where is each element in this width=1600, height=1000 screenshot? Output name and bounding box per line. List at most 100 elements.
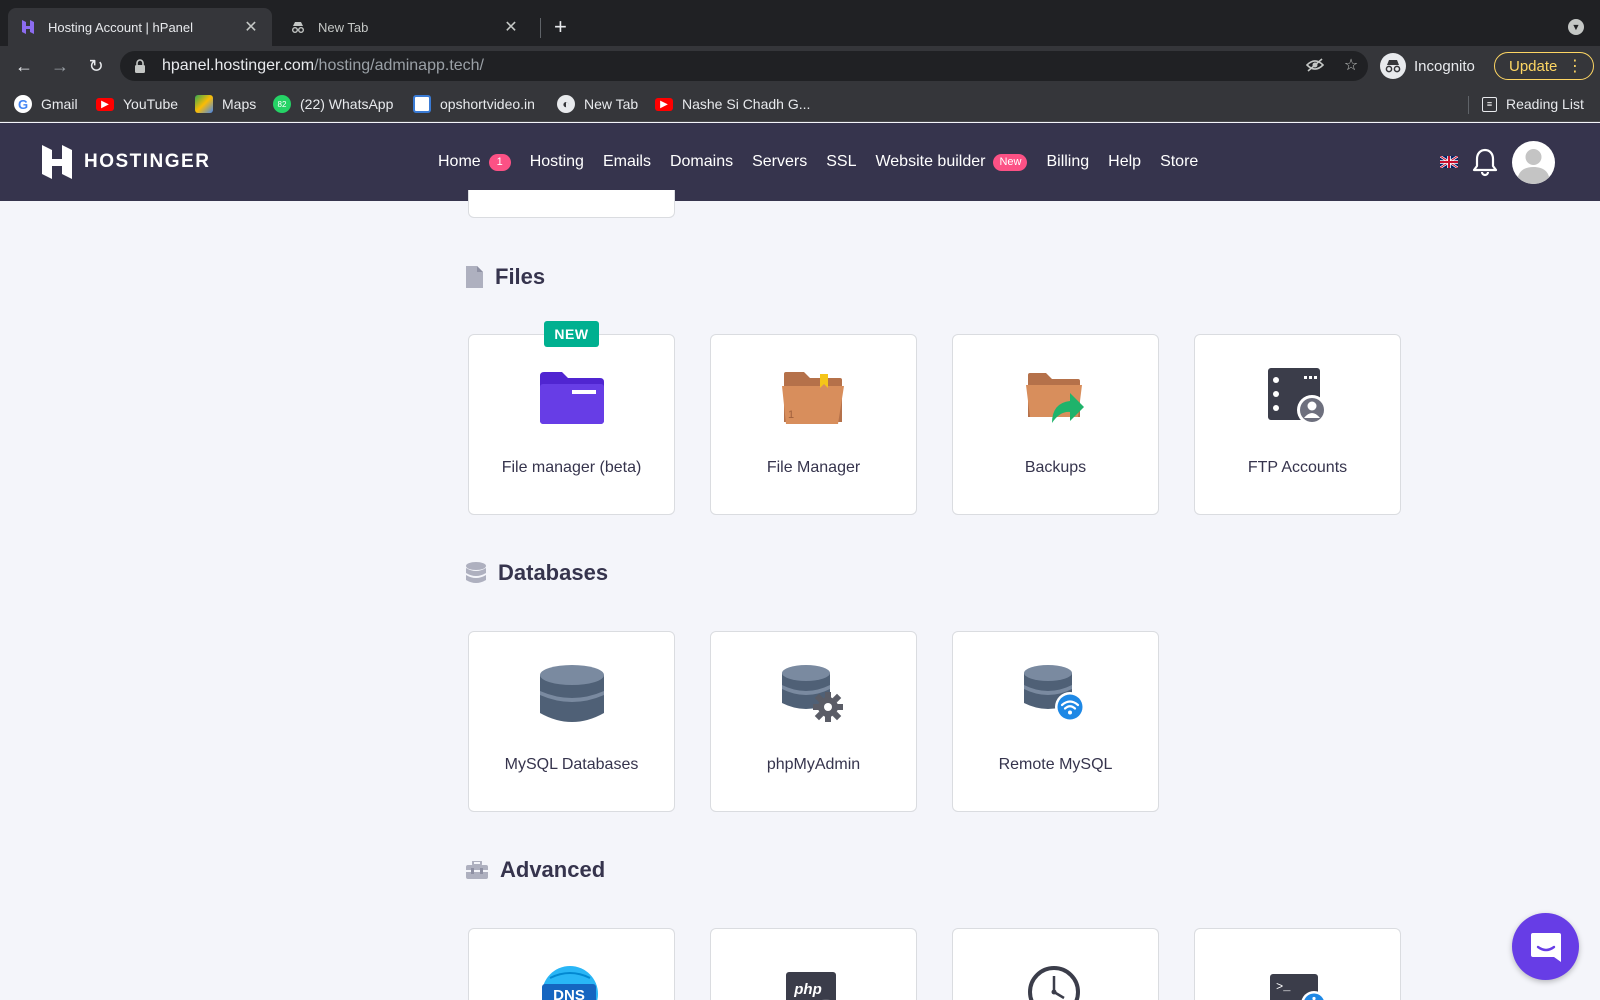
- section-title-databases: Databases: [466, 560, 608, 586]
- bookmark-youtube[interactable]: ▶ YouTube: [96, 94, 178, 114]
- new-tab-button[interactable]: +: [554, 14, 567, 40]
- live-chat-button[interactable]: [1512, 913, 1579, 980]
- svg-text:1: 1: [788, 409, 794, 421]
- maps-icon: [195, 95, 213, 113]
- update-button[interactable]: Update ⋮: [1494, 52, 1594, 80]
- card-file-manager-beta[interactable]: File manager (beta): [468, 334, 675, 515]
- bookmarks-bar: G Gmail ▶ YouTube Maps 82 (22) WhatsApp …: [0, 86, 1600, 122]
- database-gear-icon: [711, 662, 916, 726]
- update-label: Update: [1509, 57, 1558, 75]
- card-ssh-access[interactable]: >_: [1194, 928, 1401, 1000]
- close-icon[interactable]: ✕: [502, 17, 520, 37]
- bookmark-gmail[interactable]: G Gmail: [14, 94, 78, 114]
- card-phpmyadmin[interactable]: phpMyAdmin: [710, 631, 917, 812]
- dns-globe-icon: DNS: [469, 957, 674, 1000]
- notification-count-badge: 1: [488, 153, 511, 171]
- nav-website-builder[interactable]: Website builder New: [875, 153, 1028, 171]
- hostinger-logo-icon: [42, 145, 72, 179]
- youtube-icon: ▶: [96, 97, 114, 111]
- card-dns-zone[interactable]: DNS: [468, 928, 675, 1000]
- nav-servers[interactable]: Servers: [752, 153, 807, 171]
- incognito-profile[interactable]: Incognito: [1380, 52, 1475, 80]
- star-icon[interactable]: ☆: [1340, 54, 1362, 76]
- svg-text:>_: >_: [1276, 980, 1291, 994]
- bookmark-whatsapp[interactable]: 82 (22) WhatsApp: [273, 94, 393, 114]
- google-icon: G: [14, 95, 32, 113]
- nav-billing[interactable]: Billing: [1046, 153, 1089, 171]
- brand-name: HOSTINGER: [84, 151, 211, 172]
- folder-icon: 1: [711, 365, 916, 429]
- card-label: Remote MySQL: [998, 756, 1113, 773]
- bookmark-nashe-si-chadh[interactable]: ▶ Nashe Si Chadh G...: [655, 94, 810, 114]
- whatsapp-icon: 82: [273, 95, 291, 113]
- tab-title: Hosting Account | hPanel: [48, 19, 194, 35]
- reading-list[interactable]: ≡ Reading List: [1482, 94, 1584, 114]
- card-label: File manager (beta): [501, 459, 642, 476]
- nav-home[interactable]: Home 1: [438, 153, 511, 171]
- user-icon: [1517, 149, 1550, 184]
- purple-folder-icon: [469, 365, 674, 429]
- more-vert-icon[interactable]: ⋮: [1567, 56, 1583, 76]
- section-title-advanced: Advanced: [466, 857, 605, 883]
- tab-new-tab[interactable]: New Tab ✕: [278, 8, 532, 46]
- youtube-icon: ▶: [655, 97, 673, 111]
- nav-domains[interactable]: Domains: [670, 153, 733, 171]
- new-tag: NEW: [544, 321, 599, 347]
- nav-ssl[interactable]: SSL: [826, 153, 856, 171]
- card-php-configuration[interactable]: php: [710, 928, 917, 1000]
- eye-off-icon[interactable]: [1304, 54, 1326, 76]
- bell-icon[interactable]: [1472, 147, 1498, 177]
- forward-icon[interactable]: →: [48, 54, 72, 78]
- card-cron-jobs[interactable]: [952, 928, 1159, 1000]
- card-label: MySQL Databases: [504, 756, 639, 773]
- new-badge: New: [993, 153, 1028, 171]
- url-host: hpanel.hostinger.com: [162, 57, 315, 74]
- tab-title: New Tab: [318, 19, 369, 35]
- nav-help[interactable]: Help: [1108, 153, 1141, 171]
- back-icon[interactable]: ←: [12, 54, 36, 78]
- card-remote-mysql[interactable]: Remote MySQL: [952, 631, 1159, 812]
- chat-icon: [1530, 932, 1561, 962]
- tab-search-icon[interactable]: ▼: [1568, 19, 1584, 35]
- avatar[interactable]: [1512, 141, 1555, 184]
- main-nav: Home 1 Hosting Emails Domains Servers SS…: [438, 149, 1217, 175]
- bookmark-maps[interactable]: Maps: [195, 94, 256, 114]
- tab-divider: [540, 18, 541, 38]
- tab-hosting-account[interactable]: Hosting Account | hPanel ✕: [8, 8, 272, 46]
- hostinger-header: HOSTINGER Home 1 Hosting Emails Domains …: [0, 123, 1600, 201]
- section-title-files: Files: [466, 264, 545, 290]
- close-icon[interactable]: ✕: [242, 17, 260, 37]
- hostinger-logo[interactable]: HOSTINGER: [42, 145, 210, 179]
- url-path: /hosting/adminapp.tech/: [314, 57, 484, 74]
- uk-flag-icon[interactable]: [1440, 156, 1458, 168]
- svg-text:php: php: [793, 981, 822, 998]
- globe-icon: ◐: [557, 95, 575, 113]
- partial-card[interactable]: [468, 190, 675, 218]
- php-gear-icon: php: [711, 957, 916, 1000]
- reload-icon[interactable]: ↻: [84, 54, 108, 78]
- bookmark-new-tab[interactable]: ◐ New Tab: [557, 94, 638, 114]
- nav-hosting[interactable]: Hosting: [530, 153, 584, 171]
- card-label: File Manager: [766, 459, 861, 476]
- browser-toolbar: ← → ↻ hpanel.hostinger.com/hosting/admin…: [0, 46, 1600, 86]
- card-file-manager[interactable]: 1 File Manager: [710, 334, 917, 515]
- svg-text:DNS: DNS: [553, 987, 585, 1000]
- address-bar[interactable]: hpanel.hostinger.com/hosting/adminapp.te…: [120, 51, 1368, 81]
- bookmarks-divider: [1468, 96, 1469, 114]
- bookmark-opshortvideo[interactable]: opshortvideo.in: [413, 94, 535, 114]
- card-ftp-accounts[interactable]: FTP Accounts: [1194, 334, 1401, 515]
- card-backups[interactable]: Backups: [952, 334, 1159, 515]
- reading-list-icon: ≡: [1482, 96, 1497, 112]
- backup-folder-icon: [953, 365, 1158, 429]
- nav-store[interactable]: Store: [1160, 153, 1198, 171]
- database-icon: [466, 562, 486, 584]
- hostinger-favicon: [22, 20, 34, 34]
- ftp-server-icon: [1195, 365, 1400, 429]
- incognito-icon: [292, 22, 304, 33]
- card-mysql-databases[interactable]: MySQL Databases: [468, 631, 675, 812]
- card-label: Backups: [1024, 459, 1087, 476]
- terminal-info-icon: >_: [1195, 957, 1400, 1000]
- nav-emails[interactable]: Emails: [603, 153, 651, 171]
- card-label: FTP Accounts: [1247, 459, 1348, 476]
- browser-tab-bar: Hosting Account | hPanel ✕ New Tab ✕ + ▼: [0, 0, 1600, 46]
